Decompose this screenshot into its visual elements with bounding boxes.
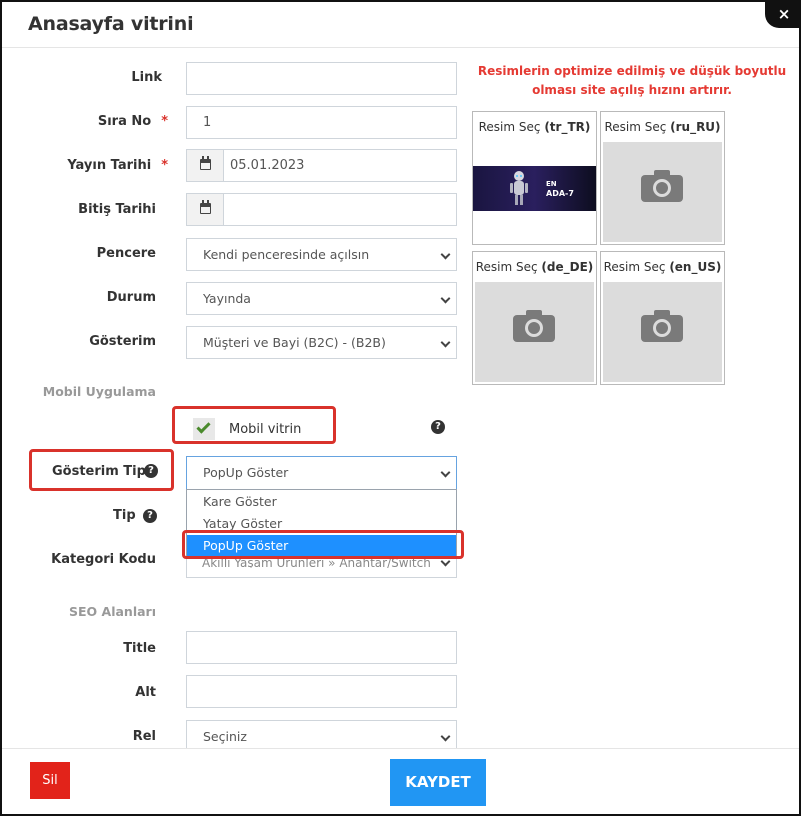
bitis-tarihi-field[interactable] <box>186 193 457 226</box>
camera-icon <box>641 310 683 342</box>
close-icon[interactable]: × <box>778 5 791 23</box>
chevron-down-icon <box>440 467 451 478</box>
yayin-tarihi-label: Yayın Tarihi * <box>67 158 168 173</box>
modal-dialog: Anasayfa vitrini × Link Sıra No * 1 Yayın… <box>0 0 801 816</box>
svg-text:EN: EN <box>546 180 557 188</box>
modal-title: Anasayfa vitrini <box>28 13 194 35</box>
highlight-box <box>182 530 464 559</box>
bitis-tarihi-label: Bitiş Tarihi <box>78 202 156 217</box>
image-card-de-de[interactable]: Resim Seç (de_DE) <box>472 251 597 385</box>
camera-icon <box>641 170 683 202</box>
gosterim-select[interactable]: Müşteri ve Bayi (B2C) - (B2B) <box>186 326 457 359</box>
calendar-icon <box>200 200 211 214</box>
help-icon[interactable]: ? <box>143 509 157 523</box>
image-placeholder <box>475 282 594 382</box>
save-button[interactable]: KAYDET <box>390 759 486 806</box>
image-card-caption: Resim Seç (ru_RU) <box>604 120 721 134</box>
delete-button[interactable]: Sil <box>30 762 70 799</box>
alt-label: Alt <box>135 685 156 700</box>
image-optimization-warning: Resimlerin optimize edilmiş ve düşük boy… <box>477 64 787 97</box>
calendar-button[interactable] <box>187 150 224 181</box>
durum-select[interactable]: Yayında <box>186 282 457 315</box>
rel-value: Seçiniz <box>203 729 247 744</box>
durum-value: Yayında <box>203 291 251 306</box>
checkmark-icon <box>196 419 211 434</box>
title-input[interactable] <box>186 631 457 664</box>
help-icon[interactable]: ? <box>144 464 158 478</box>
tip-label: Tip <box>113 508 136 523</box>
image-card-en-us[interactable]: Resim Seç (en_US) <box>600 251 725 385</box>
mobil-vitrin-label[interactable]: Mobil vitrin <box>229 422 301 437</box>
close-button[interactable]: × <box>765 2 799 28</box>
camera-icon <box>513 310 555 342</box>
durum-label: Durum <box>106 290 156 305</box>
link-input[interactable] <box>186 62 457 95</box>
required-marker: * <box>161 158 168 173</box>
image-card-caption: Resim Seç (en_US) <box>603 260 722 274</box>
link-label: Link <box>131 70 162 85</box>
svg-text:ADA-7: ADA-7 <box>546 189 574 198</box>
help-icon[interactable]: ? <box>431 420 445 434</box>
seo-section-title: SEO Alanları <box>69 604 156 619</box>
calendar-icon <box>200 156 211 170</box>
yayin-tarihi-value[interactable]: 05.01.2023 <box>230 150 304 181</box>
banner-image: EN ADA-7 <box>473 166 596 211</box>
pencere-select[interactable]: Kendi penceresinde açılsın <box>186 238 457 271</box>
pencere-value: Kendi penceresinde açılsın <box>203 247 370 262</box>
alt-input[interactable] <box>186 675 457 708</box>
mobil-vitrin-checkbox[interactable] <box>193 418 215 440</box>
chevron-down-icon <box>440 293 451 304</box>
option-kare-goster[interactable]: Kare Göster <box>187 491 456 513</box>
mobil-uygulama-section-title: Mobil Uygulama <box>42 384 156 399</box>
gosterim-tipi-value: PopUp Göster <box>203 465 289 480</box>
chevron-down-icon <box>440 731 451 742</box>
calendar-button[interactable] <box>187 194 224 225</box>
image-card-caption: Resim Seç (tr_TR) <box>478 120 591 134</box>
required-marker: * <box>161 114 168 129</box>
sira-no-input[interactable]: 1 <box>186 106 457 139</box>
gosterim-tipi-label: Gösterim Tipi <box>52 464 151 479</box>
title-label: Title <box>123 641 156 656</box>
chevron-down-icon <box>440 249 451 260</box>
image-card-ru-ru[interactable]: Resim Seç (ru_RU) <box>600 111 725 245</box>
image-card-caption: Resim Seç (de_DE) <box>475 260 594 274</box>
image-placeholder <box>603 142 722 242</box>
gosterim-label: Gösterim <box>89 334 156 349</box>
kategori-kodu-label: Kategori Kodu <box>51 552 156 567</box>
modal-header: Anasayfa vitrini <box>2 2 799 48</box>
image-placeholder <box>603 282 722 382</box>
pencere-label: Pencere <box>96 246 156 261</box>
sira-no-label: Sıra No * <box>97 114 168 129</box>
yayin-tarihi-field[interactable]: 05.01.2023 <box>186 149 457 182</box>
rel-label: Rel <box>132 729 156 744</box>
robot-banner-graphic: EN ADA-7 <box>473 166 596 211</box>
chevron-down-icon <box>440 337 451 348</box>
image-card-tr-tr[interactable]: Resim Seç (tr_TR) EN ADA-7 <box>472 111 597 245</box>
gosterim-value: Müşteri ve Bayi (B2C) - (B2B) <box>203 335 386 350</box>
gosterim-tipi-select[interactable]: PopUp Göster <box>186 456 457 490</box>
